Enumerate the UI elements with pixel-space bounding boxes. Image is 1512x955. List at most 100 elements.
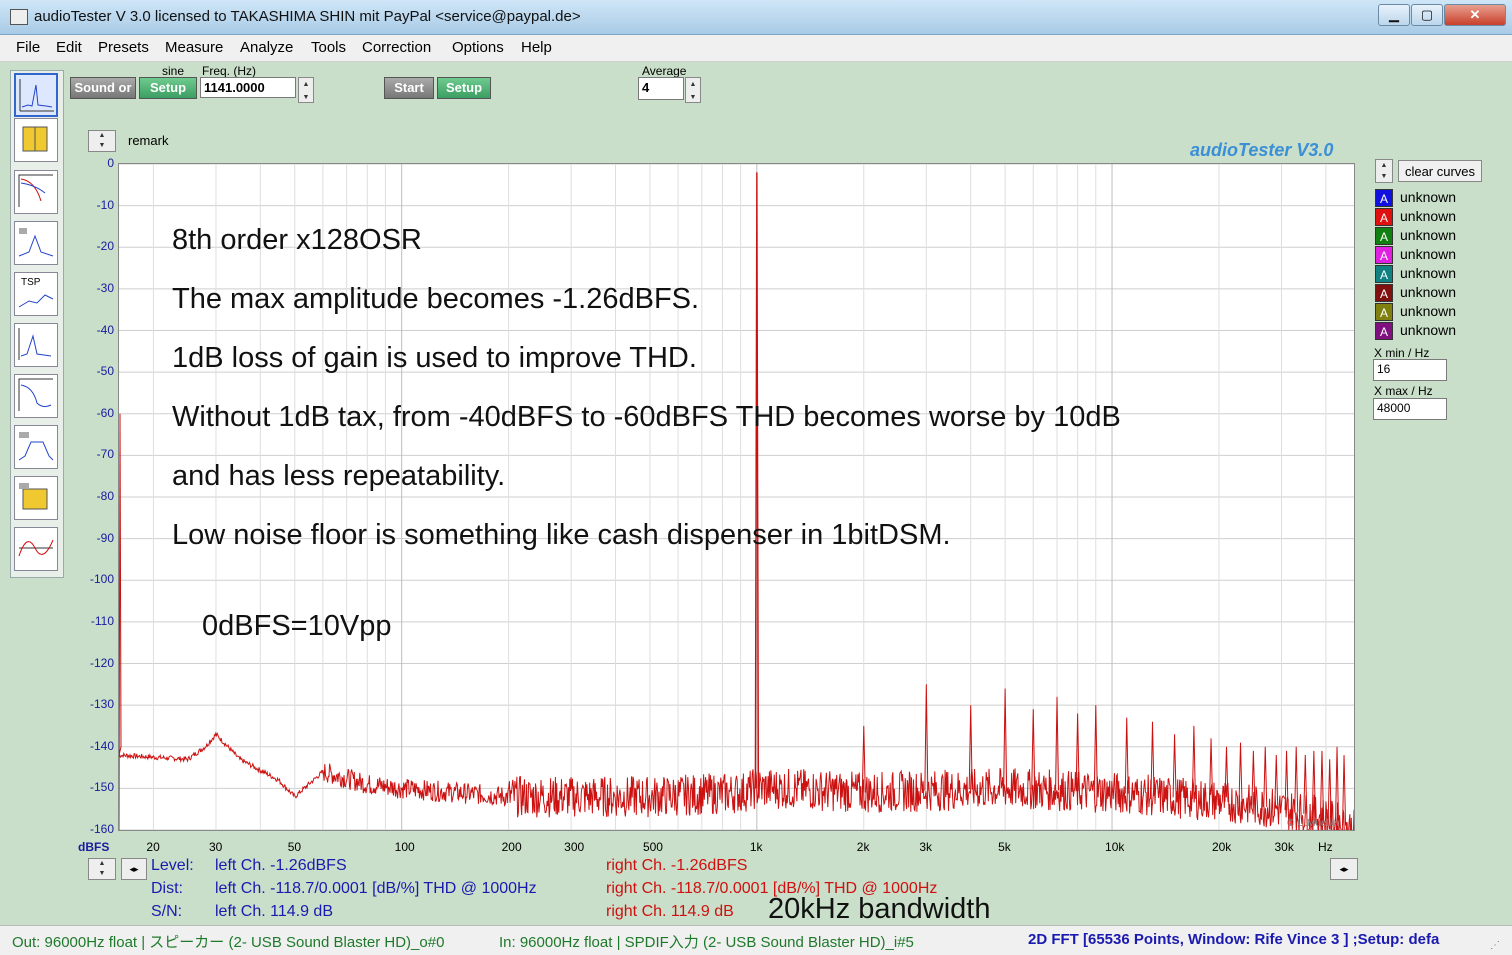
- x-tick-label: 300: [564, 840, 585, 854]
- minimize-button[interactable]: ▁: [1378, 4, 1410, 26]
- dist-label: Dist:: [151, 880, 183, 897]
- y-unit-label: dBFS: [78, 840, 110, 854]
- legend-label: unknown: [1400, 284, 1457, 300]
- xmin-input[interactable]: 16: [1373, 359, 1447, 381]
- legend-color-button[interactable]: A: [1375, 208, 1393, 226]
- annotation-5: and has less repeatability.: [172, 460, 506, 492]
- readout-scroll-left[interactable]: ◂▸: [121, 858, 147, 880]
- legend-color-button[interactable]: A: [1375, 246, 1393, 264]
- annotation-4: Without 1dB tax, from -40dBFS to -60dBFS…: [172, 401, 1121, 433]
- level-label: Level:: [151, 857, 194, 874]
- y-tick-label: -10: [96, 197, 114, 212]
- menu-bar: File Edit Presets Measure Analyze Tools …: [0, 35, 1512, 62]
- xmax-label: X max / Hz: [1374, 384, 1433, 398]
- copyright-label: © U.Mueller: [1287, 818, 1340, 829]
- menu-presets[interactable]: Presets: [98, 39, 149, 56]
- harmonic-peak: [1150, 721, 1155, 796]
- sweep-icon[interactable]: [14, 425, 58, 469]
- sn-left: left Ch. 114.9 dB: [215, 903, 333, 920]
- analyzer-setup-button[interactable]: Setup: [437, 77, 491, 99]
- legend-color-button[interactable]: A: [1375, 265, 1393, 283]
- harmonic-peak: [1238, 742, 1243, 804]
- x-tick-label: 1k: [749, 840, 763, 854]
- annotation-3: 1dB loss of gain is used to improve THD.: [172, 342, 697, 374]
- fft-spectrum-icon[interactable]: [14, 73, 58, 117]
- harmonic-peak: [1327, 759, 1332, 820]
- y-tick-label: -50: [96, 364, 114, 379]
- legend-color-button[interactable]: A: [1375, 189, 1393, 207]
- y-tick-label: -160: [89, 822, 114, 836]
- frequency-response-icon[interactable]: [14, 170, 58, 214]
- level-left: left Ch. -1.26dBFS: [215, 857, 347, 874]
- menu-analyze[interactable]: Analyze: [240, 39, 293, 56]
- xmin-label: X min / Hz: [1374, 346, 1430, 360]
- average-input[interactable]: 4: [638, 77, 684, 100]
- menu-file[interactable]: File: [16, 39, 40, 56]
- legend-color-button[interactable]: A: [1375, 284, 1393, 302]
- readout-spinner[interactable]: ▲ ▼: [88, 858, 116, 880]
- generator-setup-button[interactable]: Setup: [139, 77, 197, 99]
- remark-spinner[interactable]: ▲ ▼: [88, 130, 116, 152]
- y-tick-label: -40: [96, 322, 114, 337]
- menu-correction[interactable]: Correction: [362, 39, 431, 56]
- legend-color-button[interactable]: A: [1375, 322, 1393, 340]
- bandwidth-note: 20kHz bandwidth: [768, 893, 991, 925]
- sn-label: S/N:: [151, 903, 183, 920]
- y-tick-label: -130: [89, 697, 114, 712]
- frequency-spinner[interactable]: ▲ ▼: [298, 77, 314, 103]
- filter-curve-icon[interactable]: [14, 374, 58, 418]
- status-fft: 2D FFT [65536 Points, Window: Rife Vince…: [1028, 931, 1440, 948]
- x-tick-label: 30k: [1274, 840, 1294, 854]
- y-tick-label: -60: [96, 405, 114, 420]
- sine-label: sine: [162, 64, 185, 78]
- start-button[interactable]: Start: [384, 77, 434, 99]
- harmonic-peak: [1294, 746, 1299, 812]
- average-spinner[interactable]: ▲ ▼: [685, 77, 701, 103]
- legend-color-button[interactable]: A: [1375, 303, 1393, 321]
- y-tick-label: -80: [96, 489, 114, 503]
- x-unit-label: Hz: [1318, 840, 1333, 854]
- legend-color-button[interactable]: A: [1375, 227, 1393, 245]
- status-bar: Out: 96000Hz float | スピーカー (2- USB Sound…: [0, 925, 1512, 955]
- book-icon[interactable]: [14, 118, 58, 162]
- distortion-icon[interactable]: [14, 221, 58, 265]
- annotation-7: 0dBFS=10Vpp: [202, 610, 392, 642]
- xmax-input[interactable]: 48000: [1373, 398, 1447, 420]
- y-tick-label: -150: [89, 780, 114, 795]
- readout-scroll-right[interactable]: ◂▸: [1330, 858, 1358, 880]
- fft-chart: [118, 163, 1355, 850]
- legend-label: unknown: [1400, 208, 1457, 224]
- x-tick-label: 50: [287, 840, 302, 854]
- tsp-icon[interactable]: TSP: [14, 272, 58, 316]
- x-tick-label: 500: [642, 840, 663, 854]
- menu-edit[interactable]: Edit: [56, 39, 82, 56]
- plot-brand: audioTester V3.0: [1190, 140, 1334, 160]
- y-tick-label: -20: [96, 239, 114, 254]
- menu-measure[interactable]: Measure: [165, 39, 223, 56]
- annotation-1: 8th order x128OSR: [172, 224, 422, 256]
- oscilloscope-icon[interactable]: [14, 527, 58, 571]
- x-tick-label: 30: [208, 840, 223, 854]
- clear-curves-button[interactable]: clear curves: [1398, 160, 1482, 182]
- fft-plot[interactable]: © U.Mueller: [118, 163, 1355, 850]
- x-tick-label: 200: [501, 840, 522, 854]
- menu-help[interactable]: Help: [521, 39, 552, 56]
- y-tick-label: -100: [89, 572, 114, 587]
- menu-tools[interactable]: Tools: [311, 39, 346, 56]
- y-tick-label: -140: [89, 738, 114, 753]
- sound-source-button[interactable]: Sound or: [70, 77, 136, 99]
- plot-grid: [119, 163, 1354, 831]
- resize-grip[interactable]: ⋰: [1490, 940, 1504, 952]
- freq-label: Freq. (Hz): [202, 64, 256, 78]
- macro-icon[interactable]: [14, 476, 58, 520]
- frequency-input[interactable]: 1141.0000: [200, 77, 296, 98]
- legend-label: unknown: [1400, 303, 1457, 319]
- menu-options[interactable]: Options: [452, 39, 504, 56]
- waterfall-icon[interactable]: [14, 323, 58, 367]
- curve-spinner[interactable]: ▲ ▼: [1375, 159, 1393, 183]
- maximize-button[interactable]: ▢: [1411, 4, 1443, 26]
- harmonic-peak: [1263, 746, 1268, 808]
- close-button[interactable]: ✕: [1444, 4, 1506, 26]
- y-tick-label: -120: [89, 655, 114, 670]
- x-tick-label: 100: [394, 840, 415, 854]
